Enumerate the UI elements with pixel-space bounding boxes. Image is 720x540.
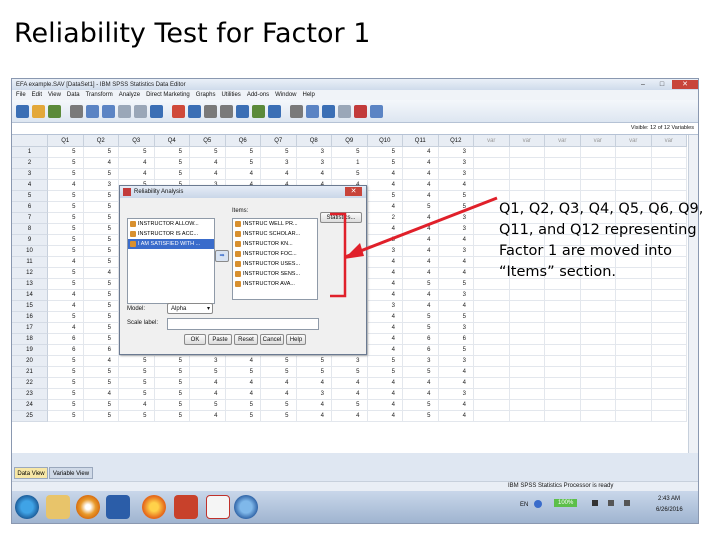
items-bracket (330, 212, 347, 298)
annotation-arrowhead (344, 243, 364, 259)
annotation-text: Q1, Q2, Q3, Q4, Q5, Q6, Q9, Q11, and Q12… (499, 201, 704, 280)
annotation-arrow-line (344, 196, 498, 259)
